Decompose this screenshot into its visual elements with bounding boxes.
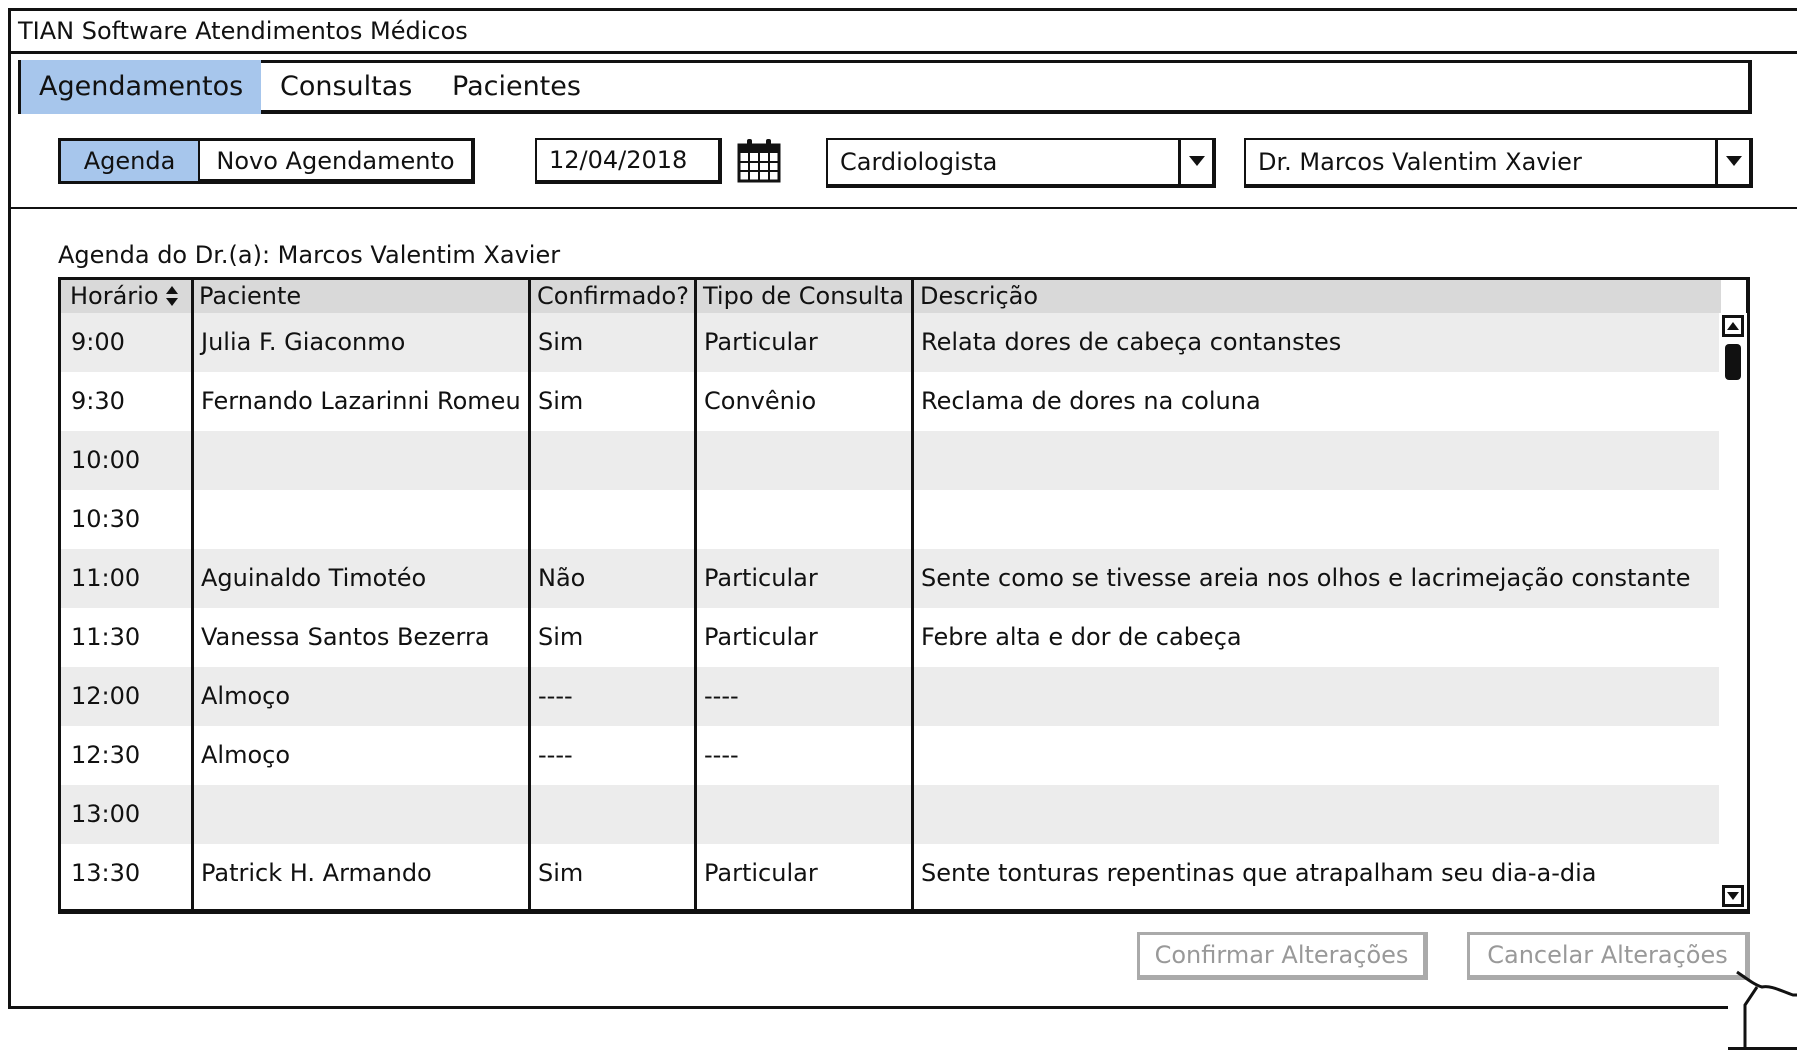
description-cell: Sente como se tivesse areia nos olhos e … — [921, 564, 1691, 592]
type-cell: Convênio — [704, 387, 817, 415]
description-cell: Febre alta e dor de cabeça — [921, 623, 1242, 651]
sort-arrows-icon[interactable] — [165, 284, 179, 308]
tab-agendamentos[interactable]: Agendamentos — [21, 60, 261, 114]
column-divider — [694, 280, 697, 909]
window-title: TIAN Software Atendimentos Médicos — [8, 8, 1797, 54]
patient-cell: Almoço — [201, 682, 291, 710]
chevron-down-icon[interactable] — [1715, 138, 1749, 188]
type-cell: Particular — [704, 623, 818, 651]
description-cell — [911, 667, 1719, 726]
scroll-thumb[interactable] — [1725, 344, 1741, 380]
patient-cell — [191, 785, 528, 844]
column-header-horario[interactable]: Horário — [64, 280, 159, 313]
calendar-icon[interactable] — [736, 136, 782, 184]
confirmed-cell — [528, 431, 694, 490]
time-cell: 13:00 — [71, 800, 141, 828]
description-cell — [911, 431, 1719, 490]
patient-cell: Fernando Lazarinni Romeu — [201, 387, 521, 415]
confirmed-cell: Sim — [538, 859, 584, 887]
confirmed-cell: Sim — [538, 623, 584, 651]
patient-cell: Almoço — [201, 741, 291, 769]
column-divider — [191, 280, 194, 909]
description-cell: Sente tonturas repentinas que atrapalham… — [921, 859, 1597, 887]
scroll-down-icon[interactable] — [1722, 885, 1744, 907]
time-cell: 13:30 — [71, 859, 141, 887]
type-cell — [694, 431, 911, 490]
type-cell — [694, 490, 911, 549]
tab-consultas[interactable]: Consultas — [262, 60, 422, 114]
scroll-up-icon[interactable] — [1722, 315, 1744, 337]
description-cell — [911, 490, 1719, 549]
agenda-label: Agenda do Dr.(a): Marcos Valentim Xavier — [58, 241, 561, 269]
time-cell: 12:30 — [71, 741, 141, 769]
confirmed-cell: Não — [538, 564, 586, 592]
type-cell: ---- — [704, 682, 739, 710]
cursor-pointer-icon — [1735, 965, 1797, 1050]
time-cell: 9:30 — [71, 387, 125, 415]
confirmed-cell — [528, 490, 694, 549]
type-cell: Particular — [704, 328, 818, 356]
column-divider — [911, 280, 914, 909]
column-header-tipo[interactable]: Tipo de Consulta — [697, 280, 904, 313]
column-header-paciente[interactable]: Paciente — [193, 280, 301, 313]
time-cell: 10:00 — [71, 446, 141, 474]
description-cell — [911, 726, 1719, 785]
table-scrollbar[interactable] — [1719, 313, 1747, 909]
agenda-view-button[interactable]: Agenda — [61, 141, 198, 181]
column-header-confirmado[interactable]: Confirmado? — [531, 280, 689, 313]
chevron-down-icon[interactable] — [1178, 138, 1212, 188]
type-cell: ---- — [704, 741, 739, 769]
confirm-changes-button[interactable]: Confirmar Alterações — [1137, 932, 1428, 980]
confirmed-cell: ---- — [538, 682, 573, 710]
patient-cell — [191, 431, 528, 490]
patient-cell — [191, 490, 528, 549]
description-cell — [911, 785, 1719, 844]
description-cell: Reclama de dores na coluna — [921, 387, 1261, 415]
doctor-select[interactable]: Dr. Marcos Valentim Xavier — [1244, 138, 1753, 188]
toolbar-divider — [8, 207, 1797, 209]
time-cell: 9:00 — [71, 328, 125, 356]
column-header-descricao[interactable]: Descrição — [914, 280, 1038, 313]
status-bar — [8, 1006, 1728, 1050]
new-appointment-button[interactable]: Novo Agendamento — [200, 141, 471, 181]
confirmed-cell — [528, 785, 694, 844]
confirmed-cell: Sim — [538, 387, 584, 415]
type-cell — [694, 785, 911, 844]
confirmed-cell: Sim — [538, 328, 584, 356]
time-cell: 12:00 — [71, 682, 141, 710]
confirmed-cell: ---- — [538, 741, 573, 769]
tab-pacientes[interactable]: Pacientes — [434, 60, 594, 114]
time-cell: 11:30 — [71, 623, 141, 651]
type-cell: Particular — [704, 564, 818, 592]
column-divider — [528, 280, 531, 909]
time-cell: 11:00 — [71, 564, 141, 592]
specialty-select[interactable]: Cardiologista — [826, 138, 1216, 188]
cancel-changes-button[interactable]: Cancelar Alterações — [1467, 932, 1750, 980]
patient-cell: Vanessa Santos Bezerra — [201, 623, 490, 651]
type-cell: Particular — [704, 859, 818, 887]
time-cell: 10:30 — [71, 505, 141, 533]
doctor-value: Dr. Marcos Valentim Xavier — [1258, 148, 1582, 176]
patient-cell: Aguinaldo Timotéo — [201, 564, 427, 592]
date-field[interactable]: 12/04/2018 — [535, 138, 722, 184]
description-cell: Relata dores de cabeça contanstes — [921, 328, 1342, 356]
patient-cell: Julia F. Giaconmo — [201, 328, 406, 356]
patient-cell: Patrick H. Armando — [201, 859, 432, 887]
specialty-value: Cardiologista — [840, 148, 998, 176]
